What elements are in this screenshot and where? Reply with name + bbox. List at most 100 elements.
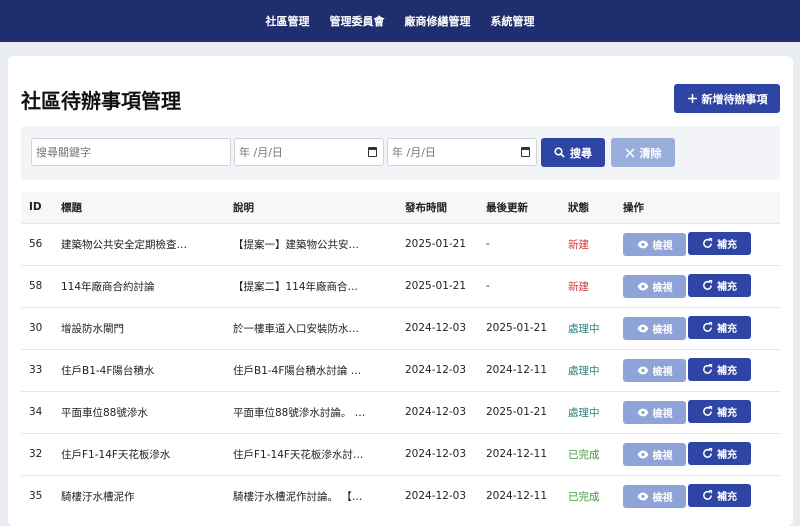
search-icon (554, 147, 565, 158)
cell-actions: 檢視 補充 (615, 390, 780, 433)
cell-actions: 檢視 補充 (615, 474, 780, 517)
cell-updated: 2025-01-21 (478, 390, 560, 433)
cell-actions: 檢視 補充 (615, 432, 780, 475)
eye-icon (637, 450, 648, 459)
eye-icon (637, 366, 648, 375)
cell-title: 住戶B1-4F陽台積水 (53, 348, 225, 391)
view-button[interactable]: 檢視 (623, 275, 686, 298)
end-date-input[interactable]: 年 /月/日 (387, 138, 537, 166)
cell-published: 2025-01-21 (397, 222, 478, 265)
nav-community[interactable]: 社區管理 (266, 13, 310, 29)
supplement-button[interactable]: 補充 (688, 274, 751, 297)
view-button[interactable]: 檢視 (623, 233, 686, 256)
cell-title: 平面車位88號滲水 (53, 390, 225, 433)
cell-status: 已完成 (560, 432, 615, 475)
header-title: 標題 (53, 192, 225, 223)
cell-id: 30 (21, 306, 53, 349)
cell-id: 58 (21, 264, 53, 307)
cell-id: 34 (21, 390, 53, 433)
search-button[interactable]: 搜尋 (541, 138, 605, 167)
supplement-button[interactable]: 補充 (688, 484, 751, 508)
close-icon (624, 147, 635, 158)
cell-updated: - (478, 264, 560, 307)
table-row: 30 增設防水閘門 於一樓車道入口安裝防水… 2024-12-03 2025-01-21… (21, 306, 780, 349)
view-label: 檢視 (652, 409, 673, 420)
refresh-icon (703, 406, 713, 416)
cell-description: 於一樓車道入口安裝防水… (225, 306, 397, 349)
cell-actions: 檢視 補充 (615, 222, 780, 265)
cell-description: 【提案一】建築物公共安… (225, 222, 397, 265)
nav-vendor-repair[interactable]: 廠商修繕管理 (405, 13, 471, 29)
view-label: 檢視 (652, 493, 673, 505)
supplement-label: 補充 (717, 282, 737, 293)
view-button[interactable]: 檢視 (623, 443, 686, 466)
cell-description: 平面車位88號滲水討論。 … (225, 390, 397, 433)
table-row: 33 住戶B1-4F陽台積水 住戶B1-4F陽台積水討論 … 2024-12-03 20… (21, 348, 780, 391)
cell-published: 2024-12-03 (397, 474, 478, 517)
cell-status: 新建 (560, 222, 615, 265)
cell-updated: 2024-12-11 (478, 348, 560, 391)
start-date-placeholder: 年 /月/日 (239, 146, 283, 159)
view-button[interactable]: 檢視 (623, 317, 686, 340)
calendar-icon[interactable] (521, 147, 530, 157)
refresh-icon (703, 364, 713, 374)
supplement-label: 補充 (717, 240, 737, 251)
cell-status: 已完成 (560, 474, 615, 517)
view-label: 檢視 (652, 283, 673, 294)
refresh-icon (703, 448, 713, 458)
view-label: 檢視 (652, 367, 673, 378)
table-row: 32 住戶F1-14F天花板滲水 住戶F1-14F天花板滲水討… 2024-12-03… (21, 432, 780, 475)
table-header-row: ID 標題 說明 發布時間 最後更新 狀態 操作 (21, 192, 780, 223)
eye-icon (637, 282, 648, 291)
keyword-search-input[interactable]: 搜尋關鍵字 (31, 138, 231, 166)
header-actions: 操作 (615, 192, 780, 223)
main-card: 社區待辦事項管理 新增待辦事項 搜尋關鍵字 年 /月/日 年 /月/日 搜尋 清… (8, 56, 793, 526)
cell-title: 騎樓汙水槽泥作 (53, 474, 225, 517)
view-label: 檢視 (652, 241, 673, 252)
cell-id: 32 (21, 432, 53, 475)
todo-table: ID 標題 說明 發布時間 最後更新 狀態 操作 56 建築物公共安全定期檢查… 【… (21, 192, 780, 517)
cell-published: 2024-12-03 (397, 390, 478, 433)
supplement-button[interactable]: 補充 (688, 400, 751, 423)
refresh-icon (703, 322, 713, 332)
cell-title: 增設防水閘門 (53, 306, 225, 349)
eye-icon (637, 240, 648, 249)
cell-published: 2024-12-03 (397, 348, 478, 391)
cell-description: 住戶B1-4F陽台積水討論 … (225, 348, 397, 391)
header-updated: 最後更新 (478, 192, 560, 223)
cell-status: 處理中 (560, 306, 615, 349)
cell-actions: 檢視 補充 (615, 348, 780, 391)
table-row: 56 建築物公共安全定期檢查… 【提案一】建築物公共安… 2025-01-21- 新建檢… (21, 222, 780, 265)
cell-published: 2024-12-03 (397, 432, 478, 475)
start-date-input[interactable]: 年 /月/日 (234, 138, 384, 166)
end-date-placeholder: 年 /月/日 (392, 146, 436, 159)
table-row: 34 平面車位88號滲水 平面車位88號滲水討論。 … 2024-12-03 2025-… (21, 390, 780, 433)
view-button[interactable]: 檢視 (623, 401, 686, 424)
nav-committee[interactable]: 管理委員會 (330, 13, 385, 29)
supplement-button[interactable]: 補充 (688, 442, 751, 465)
supplement-label: 補充 (717, 324, 737, 335)
calendar-icon[interactable] (368, 147, 377, 157)
cell-status: 處理中 (560, 390, 615, 433)
clear-label: 清除 (639, 146, 662, 160)
nav-system[interactable]: 系統管理 (491, 13, 535, 29)
add-todo-button[interactable]: 新增待辦事項 (674, 84, 780, 113)
view-button[interactable]: 檢視 (623, 485, 686, 509)
refresh-icon (703, 280, 713, 290)
cell-description: 騎樓汙水槽泥作討論。 【… (225, 474, 397, 517)
cell-actions: 檢視 補充 (615, 264, 780, 307)
cell-updated: 2024-12-11 (478, 474, 560, 517)
supplement-button[interactable]: 補充 (688, 232, 751, 255)
clear-button[interactable]: 清除 (611, 138, 675, 167)
supplement-button[interactable]: 補充 (688, 316, 751, 339)
supplement-label: 補充 (717, 366, 737, 377)
supplement-label: 補充 (717, 450, 737, 461)
refresh-icon (703, 238, 713, 248)
eye-icon (637, 408, 648, 417)
supplement-button[interactable]: 補充 (688, 358, 751, 381)
cell-published: 2024-12-03 (397, 306, 478, 349)
view-button[interactable]: 檢視 (623, 359, 686, 382)
cell-updated: 2025-01-21 (478, 306, 560, 349)
top-navigation: 社區管理 管理委員會 廠商修繕管理 系統管理 (0, 0, 800, 42)
cell-updated: - (478, 222, 560, 265)
